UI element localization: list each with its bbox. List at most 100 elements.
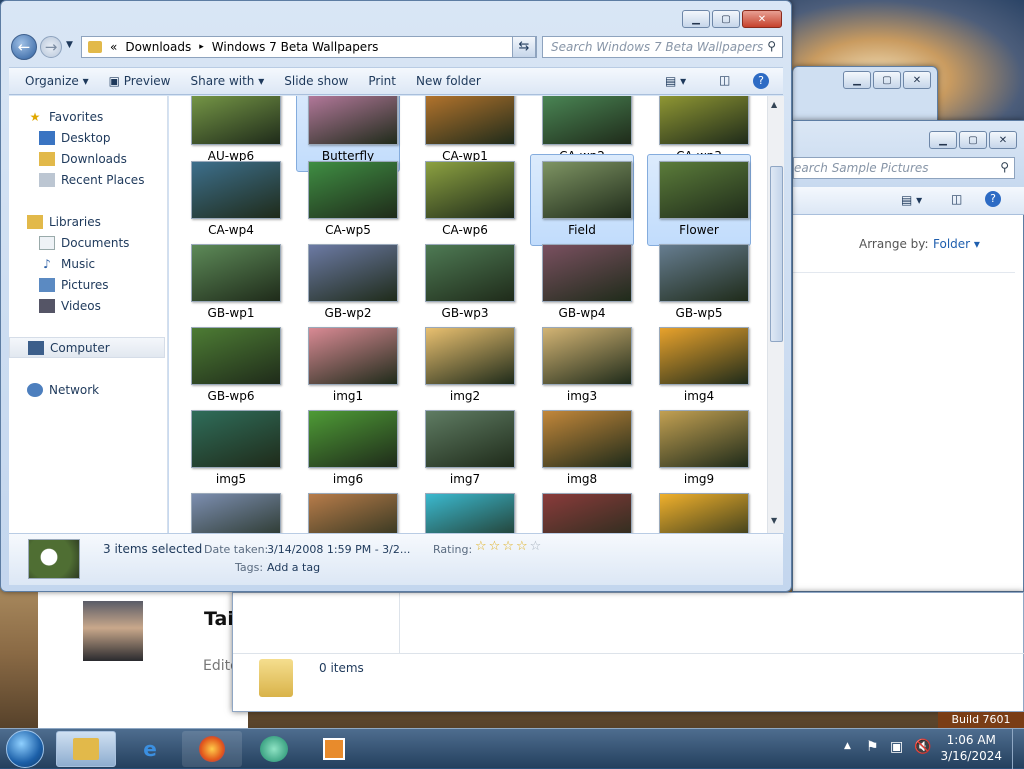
nav-music[interactable]: ♪ Music: [9, 253, 167, 274]
share-with-button[interactable]: Share with ▾: [181, 74, 275, 88]
file-tile[interactable]: GB-wp1: [179, 237, 283, 329]
nav-network[interactable]: Network: [9, 379, 167, 400]
file-tile[interactable]: img2: [413, 320, 517, 412]
breadcrumb-downloads[interactable]: Downloads: [125, 40, 191, 54]
thumbnail-image: [425, 410, 515, 468]
maximize-button[interactable]: ▢: [712, 10, 740, 28]
volume-muted-icon[interactable]: 🔇: [914, 739, 931, 755]
file-tile[interactable]: CA-wp4: [179, 154, 283, 246]
nav-documents[interactable]: Documents: [9, 232, 167, 253]
file-tile[interactable]: img1: [296, 320, 400, 412]
new-folder-button[interactable]: New folder: [406, 74, 491, 88]
search-input[interactable]: Search Windows 7 Beta Wallpapers ⚲: [542, 36, 783, 58]
organize-button[interactable]: Organize ▾: [15, 74, 99, 88]
thumbnail-image: [308, 493, 398, 533]
preview-pane-icon[interactable]: ◫: [951, 192, 962, 206]
explorer-taskbar-button[interactable]: [56, 731, 116, 767]
show-desktop-button[interactable]: [1012, 729, 1024, 769]
clock[interactable]: 1:06 AM 3/16/2024: [940, 732, 1002, 764]
selected-thumbnail: [28, 539, 80, 579]
date-taken-value[interactable]: 3/14/2008 1:59 PM - 3/2...: [267, 543, 410, 556]
back-button[interactable]: ←: [11, 34, 37, 60]
help-icon[interactable]: ?: [753, 73, 769, 89]
file-tile[interactable]: GB-wp5: [647, 237, 751, 329]
scroll-down-icon[interactable]: ▼: [771, 516, 777, 525]
file-tile[interactable]: [179, 486, 283, 533]
firefox-taskbar-button[interactable]: [182, 731, 242, 767]
ie-taskbar-button[interactable]: e: [120, 731, 180, 767]
refresh-button[interactable]: ⇆: [512, 36, 536, 58]
nav-downloads[interactable]: Downloads: [9, 148, 167, 169]
file-tile[interactable]: img9: [647, 403, 751, 495]
view-icon[interactable]: ▤ ▾: [901, 193, 922, 207]
close-button[interactable]: ✕: [742, 10, 782, 28]
app-taskbar-button[interactable]: [244, 731, 304, 767]
network-tray-icon[interactable]: ▣: [890, 739, 903, 755]
preview-pane-icon[interactable]: ◫: [719, 73, 730, 87]
preview-button[interactable]: ▣ Preview: [99, 74, 181, 88]
nav-favorites[interactable]: ★ Favorites: [9, 106, 167, 127]
address-bar[interactable]: « Downloads ▸ Windows 7 Beta Wallpapers …: [81, 36, 537, 58]
nav-computer[interactable]: Computer: [9, 337, 165, 358]
file-tile[interactable]: [413, 486, 517, 533]
second-minimize-button[interactable]: ▁: [929, 131, 957, 149]
rating-stars-icon[interactable]: ☆☆☆☆☆: [475, 539, 543, 554]
minimize-button[interactable]: ▁: [843, 71, 871, 89]
file-tile[interactable]: CA-wp5: [296, 154, 400, 246]
file-tile[interactable]: GB-wp4: [530, 237, 634, 329]
breadcrumb-overflow[interactable]: «: [110, 40, 117, 54]
breadcrumb-separator-icon: ▸: [199, 42, 204, 52]
file-name: img2: [449, 389, 481, 403]
print-button[interactable]: Print: [358, 74, 406, 88]
file-name: img1: [332, 389, 364, 403]
file-tile[interactable]: [647, 486, 751, 533]
thumbnail-image: [191, 161, 281, 219]
start-button[interactable]: [6, 730, 44, 768]
nav-pictures[interactable]: Pictures: [9, 274, 167, 295]
second-maximize-button[interactable]: ▢: [959, 131, 987, 149]
file-tile[interactable]: img7: [413, 403, 517, 495]
scroll-thumb[interactable]: [770, 166, 783, 342]
second-window-top: ▁ ▢ ✕: [792, 66, 938, 122]
file-tile[interactable]: [296, 486, 400, 533]
file-tile[interactable]: img4: [647, 320, 751, 412]
file-tile[interactable]: [530, 486, 634, 533]
file-tile[interactable]: Field: [530, 154, 634, 246]
scroll-up-icon[interactable]: ▲: [771, 100, 777, 109]
maximize-button[interactable]: ▢: [873, 71, 901, 89]
second-close-button[interactable]: ✕: [989, 131, 1017, 149]
media-player-taskbar-button[interactable]: [304, 731, 364, 767]
file-tile[interactable]: CA-wp6: [413, 154, 517, 246]
file-tile[interactable]: Flower: [647, 154, 751, 246]
vertical-scrollbar[interactable]: ▲ ▼: [767, 96, 784, 533]
minimize-button[interactable]: ▁: [682, 10, 710, 28]
flag-icon[interactable]: ⚑: [866, 739, 879, 755]
recent-pages-chevron-icon[interactable]: ▼: [66, 40, 73, 50]
file-tile[interactable]: img3: [530, 320, 634, 412]
help-icon[interactable]: ?: [985, 191, 1001, 207]
file-tile[interactable]: img6: [296, 403, 400, 495]
nav-recent-places[interactable]: Recent Places: [9, 169, 167, 190]
file-tile[interactable]: GB-wp2: [296, 237, 400, 329]
file-tile[interactable]: GB-wp6: [179, 320, 283, 412]
nav-desktop[interactable]: Desktop: [9, 127, 167, 148]
file-tile[interactable]: GB-wp3: [413, 237, 517, 329]
nav-label: Pictures: [61, 277, 109, 292]
breadcrumb-wallpapers[interactable]: Windows 7 Beta Wallpapers: [212, 40, 379, 54]
thumbnail-image: [308, 410, 398, 468]
tags-value[interactable]: Add a tag: [267, 561, 320, 574]
nav-videos[interactable]: Videos: [9, 295, 167, 316]
view-icon[interactable]: ▤ ▾: [665, 74, 686, 88]
arrange-dropdown[interactable]: Folder ▾: [933, 237, 980, 251]
slide-show-button[interactable]: Slide show: [274, 74, 358, 88]
file-tile[interactable]: img8: [530, 403, 634, 495]
nav-label: Documents: [61, 235, 130, 250]
forward-button[interactable]: →: [40, 36, 62, 58]
libraries-icon: [27, 214, 43, 229]
nav-libraries[interactable]: Libraries: [9, 211, 167, 232]
file-tile[interactable]: img5: [179, 403, 283, 495]
close-button[interactable]: ✕: [903, 71, 931, 89]
show-hidden-icons-icon[interactable]: ▲: [844, 741, 851, 751]
thumbnail-image: [659, 493, 749, 533]
second-search-input[interactable]: earch Sample Pictures ⚲: [793, 157, 1015, 179]
